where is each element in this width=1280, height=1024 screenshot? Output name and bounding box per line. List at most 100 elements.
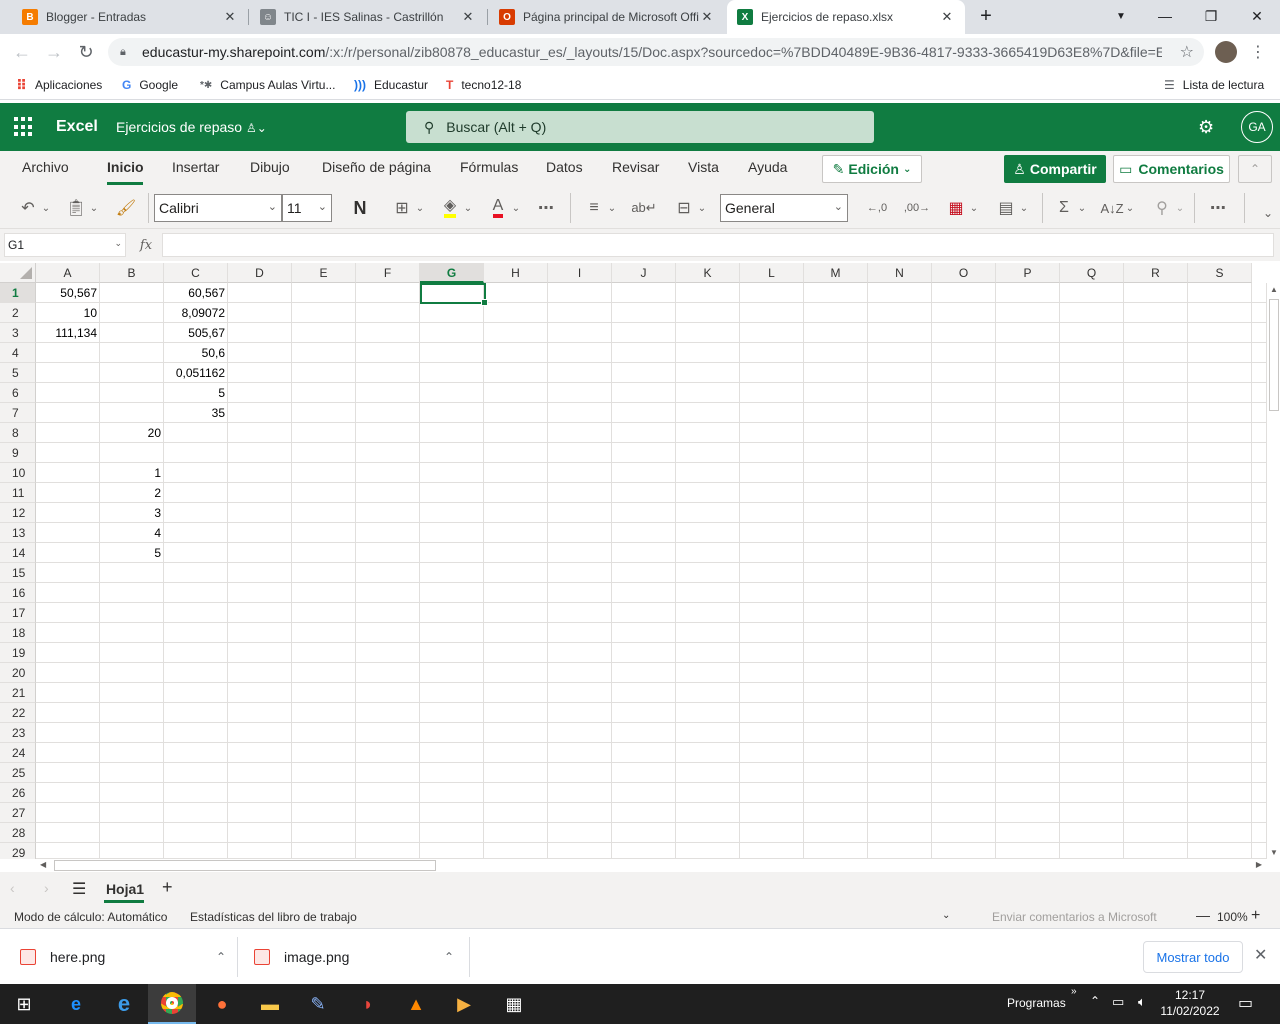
cell-b14[interactable]: 5 <box>100 543 164 563</box>
wrap-text-icon[interactable]: ab↵ <box>631 196 656 220</box>
vertical-scroll-thumb[interactable] <box>1269 299 1279 411</box>
tab-insertar[interactable]: Insertar <box>172 159 219 175</box>
row-header-11[interactable]: 11 <box>0 483 36 503</box>
reload-icon[interactable]: ↻ <box>74 40 98 64</box>
insert-function-button[interactable]: fx <box>134 233 158 257</box>
notifications-icon[interactable]: ▭ <box>1238 993 1253 1013</box>
search-box[interactable]: ⚲ Buscar (Alt + Q) <box>406 111 874 143</box>
column-header-k[interactable]: K <box>676 263 740 283</box>
back-icon[interactable]: ← <box>10 40 34 64</box>
app-icon[interactable]: ◗ <box>344 984 392 1024</box>
column-header-s[interactable]: S <box>1188 263 1252 283</box>
ribbon-expand-icon[interactable]: ⌄ <box>1258 201 1278 225</box>
undo-icon[interactable]: ↶ <box>16 196 40 220</box>
media-player-icon[interactable]: ▶ <box>440 984 488 1024</box>
fill-color-dropdown-icon[interactable]: ⌄ <box>462 196 474 220</box>
forward-icon[interactable]: → <box>42 40 66 64</box>
cell-a2[interactable]: 10 <box>36 303 100 323</box>
next-sheet-icon[interactable]: › <box>44 880 49 896</box>
row-header-29[interactable]: 29 <box>0 843 36 859</box>
paste-dropdown-icon[interactable]: ⌄ <box>88 196 100 220</box>
column-header-i[interactable]: I <box>548 263 612 283</box>
chevron-up-icon[interactable]: ⌃ <box>216 950 226 964</box>
format-as-table-icon[interactable]: ▤ <box>994 196 1018 220</box>
download-item-here[interactable]: here.png ⌃ <box>20 937 226 977</box>
feedback-link[interactable]: Enviar comentarios a Microsoft <box>992 910 1157 924</box>
row-header-28[interactable]: 28 <box>0 823 36 843</box>
new-tab-button[interactable]: + <box>964 0 1008 32</box>
windows-start-icon[interactable]: ⊞ <box>0 984 48 1024</box>
browser-tab-tic[interactable]: ☺ TIC I - IES Salinas - Castrillón ✕ <box>250 0 486 34</box>
row-header-16[interactable]: 16 <box>0 583 36 603</box>
cell-c1[interactable]: 60,567 <box>164 283 228 303</box>
scroll-right-icon[interactable]: ▶ <box>1256 860 1262 869</box>
row-header-21[interactable]: 21 <box>0 683 36 703</box>
row-header-1[interactable]: 1 <box>0 283 36 303</box>
column-header-m[interactable]: M <box>804 263 868 283</box>
tab-search-icon[interactable]: ▼ <box>1098 0 1144 32</box>
clock-date[interactable]: 11/02/2022 <box>1160 1004 1220 1018</box>
app-name[interactable]: Excel <box>56 118 98 136</box>
find-dropdown-icon[interactable]: ⌄ <box>1174 196 1186 220</box>
tab-vista[interactable]: Vista <box>688 159 719 175</box>
horizontal-scroll-thumb[interactable] <box>54 860 436 871</box>
column-header-q[interactable]: Q <box>1060 263 1124 283</box>
cell-a1[interactable]: 50,567 <box>36 283 100 303</box>
merge-icon[interactable]: ⊟ <box>672 196 696 220</box>
column-header-l[interactable]: L <box>740 263 804 283</box>
close-tab-icon[interactable]: ✕ <box>460 9 476 25</box>
tray-chevron-icon[interactable]: ⌃ <box>1090 994 1100 1008</box>
format-as-table-dropdown-icon[interactable]: ⌄ <box>1018 196 1030 220</box>
bookmark-star-icon[interactable]: ☆ <box>1180 42 1194 62</box>
horizontal-scrollbar[interactable]: ◀ ▶ <box>36 858 1266 872</box>
firefox-icon[interactable]: ● <box>198 984 246 1024</box>
tab-archivo[interactable]: Archivo <box>22 159 69 175</box>
column-header-h[interactable]: H <box>484 263 548 283</box>
tab-diseno-pagina[interactable]: Diseño de página <box>322 159 431 175</box>
conditional-format-icon[interactable]: ▦ <box>944 196 968 220</box>
user-avatar[interactable]: GA <box>1241 111 1273 143</box>
calc-mode-status[interactable]: Modo de cálculo: Automático <box>14 910 167 924</box>
sort-filter-dropdown-icon[interactable]: ⌄ <box>1124 196 1136 220</box>
settings-gear-icon[interactable]: ⚙ <box>1198 117 1214 138</box>
edit-mode-button[interactable]: ✎ Edición ⌄ <box>822 155 922 183</box>
row-header-25[interactable]: 25 <box>0 763 36 783</box>
more-font-options-icon[interactable]: ⋯ <box>534 196 558 220</box>
autosum-dropdown-icon[interactable]: ⌄ <box>1076 196 1088 220</box>
volume-muted-icon[interactable]: 🔈︎ <box>1138 994 1146 1010</box>
row-header-9[interactable]: 9 <box>0 443 36 463</box>
chrome-icon[interactable] <box>148 984 196 1024</box>
download-item-image[interactable]: image.png ⌃ <box>254 937 454 977</box>
address-bar[interactable]: 🔒︎ educastur-my.sharepoint.com/:x:/r/per… <box>108 38 1204 66</box>
row-header-6[interactable]: 6 <box>0 383 36 403</box>
bookmark-campus[interactable]: *✱ Campus Aulas Virtu... <box>200 76 335 94</box>
internet-explorer-icon[interactable]: e <box>100 984 148 1024</box>
zoom-level[interactable]: 100% <box>1217 910 1248 924</box>
name-box[interactable]: G1 ⌄ <box>4 233 126 257</box>
row-header-8[interactable]: 8 <box>0 423 36 443</box>
column-header-n[interactable]: N <box>868 263 932 283</box>
column-header-b[interactable]: B <box>100 263 164 283</box>
close-window-button[interactable]: ✕ <box>1234 0 1280 32</box>
vlc-icon[interactable]: ▲ <box>392 984 440 1024</box>
tab-inicio[interactable]: Inicio <box>107 159 144 175</box>
cell-b13[interactable]: 4 <box>100 523 164 543</box>
active-cell-selection[interactable] <box>420 283 488 306</box>
number-format-dropdown[interactable]: General ⌄ <box>720 194 848 222</box>
ribbon-collapse-icon[interactable]: ⌃ <box>1238 155 1272 183</box>
borders-icon[interactable]: ⊞ <box>390 196 414 220</box>
row-header-14[interactable]: 14 <box>0 543 36 563</box>
scroll-left-icon[interactable]: ◀ <box>40 860 46 869</box>
bookmark-apps[interactable]: ⠿ Aplicaciones <box>16 76 102 94</box>
zoom-in-icon[interactable]: + <box>1251 907 1260 925</box>
close-downloads-icon[interactable]: ✕ <box>1254 945 1267 965</box>
row-header-7[interactable]: 7 <box>0 403 36 423</box>
cell-c4[interactable]: 50,6 <box>164 343 228 363</box>
font-name-dropdown[interactable]: Calibri ⌄ <box>154 194 282 222</box>
share-button[interactable]: ♙ Compartir <box>1004 155 1106 183</box>
chevron-up-icon[interactable]: ⌃ <box>444 950 454 964</box>
font-size-dropdown[interactable]: 11 ⌄ <box>282 194 332 222</box>
minimize-button[interactable]: — <box>1142 0 1188 32</box>
tab-ayuda[interactable]: Ayuda <box>748 159 787 175</box>
cell-c3[interactable]: 505,67 <box>164 323 228 343</box>
